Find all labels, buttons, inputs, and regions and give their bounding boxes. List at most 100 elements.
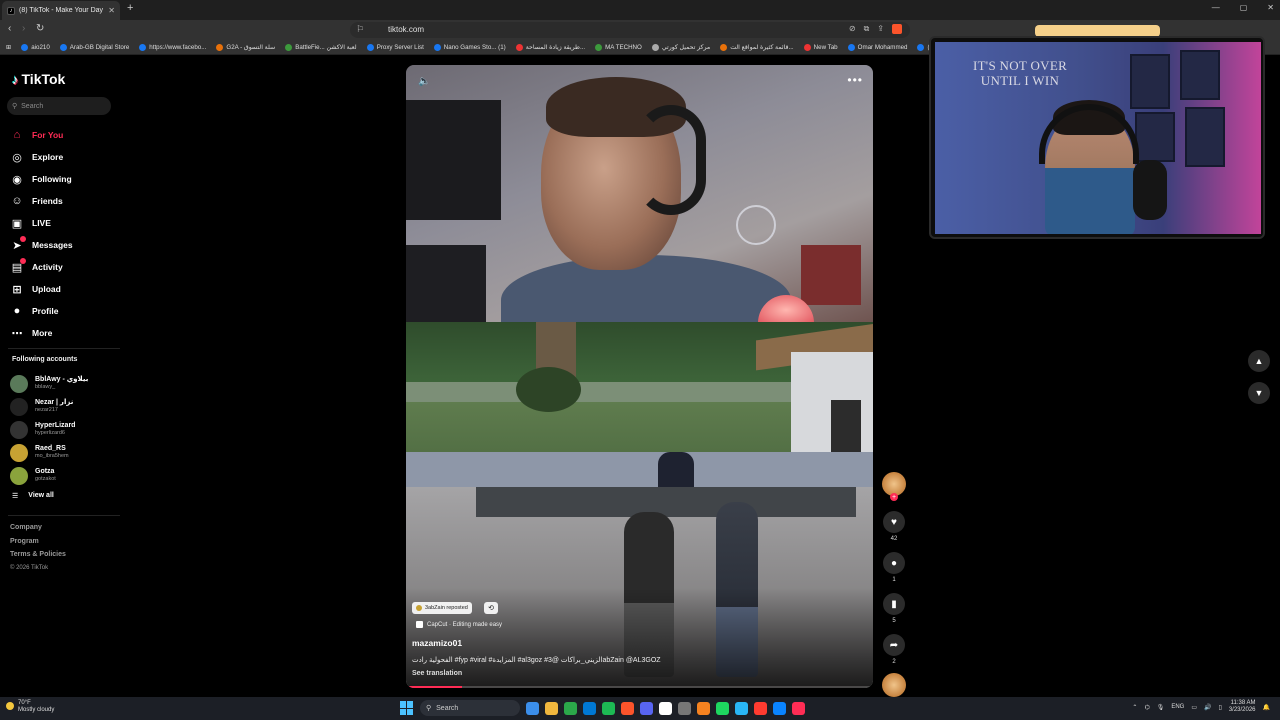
sidebar-item-more[interactable]: ⋯ More <box>10 322 73 344</box>
maximize-button[interactable]: ▢ <box>1240 3 1248 12</box>
sidebar-item-following[interactable]: ◉ Following <box>10 168 73 190</box>
video-author[interactable]: mazamizo01 <box>412 638 462 648</box>
address-bar[interactable]: ⚐ tiktok.com ⊘ ⧉ ⇪ <box>350 22 910 38</box>
sidebar-footer: Company Program Terms & Policies © 2026 … <box>10 524 66 578</box>
footer-link-program[interactable]: Program <box>10 538 66 552</box>
taskbar-app-icon[interactable] <box>735 701 748 715</box>
reader-mode-icon[interactable]: ⊘ <box>849 24 856 34</box>
follow-plus-icon[interactable]: + <box>890 493 898 501</box>
sidebar-item-friends[interactable]: ☺ Friends <box>10 190 73 212</box>
volume-icon[interactable]: 🔈 <box>418 76 430 87</box>
account-text: Raed_RS mo_ibra5hem <box>35 445 69 460</box>
sidebar-item-messages[interactable]: ➤ Messages <box>10 234 73 256</box>
bookmark-item[interactable]: BattleFie... لعبة الاكشن <box>285 43 357 51</box>
taskbar-app-icon[interactable] <box>754 701 767 715</box>
bookmark-icon <box>720 43 728 51</box>
network-icon[interactable]: ⌬ <box>1144 704 1149 711</box>
video-player[interactable]: 🔈 ••• 3abZain reposted ⟲ CapCut · Editin… <box>406 65 873 688</box>
following-account[interactable]: BblAwy - بيلاوي bblawy_ <box>10 372 88 395</box>
taskbar-app-icon[interactable] <box>678 701 691 715</box>
see-translation-link[interactable]: See translation <box>412 670 462 677</box>
close-window-button[interactable]: ✕ <box>1267 3 1274 12</box>
taskbar-app-icon[interactable] <box>773 701 786 715</box>
taskbar-app-icon[interactable] <box>602 701 615 715</box>
bookmark-item[interactable]: Proxy Server List <box>366 43 424 51</box>
bookmark-item[interactable]: G2A - سلة التسوق <box>216 43 275 51</box>
forward-icon[interactable]: › <box>22 23 25 34</box>
more-options-icon[interactable]: ••• <box>847 73 863 87</box>
sidebar-item-profile[interactable]: ● Profile <box>10 300 73 322</box>
following-account[interactable]: HyperLizard hyperlizard6 <box>10 418 88 441</box>
taskbar-app-icon[interactable] <box>526 701 539 715</box>
bookmark-item[interactable]: https://www.facebo... <box>139 43 206 51</box>
sidebar-item-explore[interactable]: ◎ Explore <box>10 146 73 168</box>
bookmark-item[interactable]: aio210 <box>21 43 50 51</box>
following-account[interactable]: Nezar | نزار nezar217 <box>10 395 88 418</box>
taskbar-app-icon[interactable] <box>659 701 672 715</box>
reload-icon[interactable]: ↻ <box>36 23 44 34</box>
taskbar-app-icon[interactable] <box>545 701 558 715</box>
back-icon[interactable]: ‹ <box>8 23 11 34</box>
repost-badge[interactable]: 3abZain reposted <box>412 602 472 614</box>
capcut-effect-link[interactable]: CapCut · Editing made easy <box>416 621 502 628</box>
taskbar-app-icon[interactable] <box>583 701 596 715</box>
taskbar-app-icon[interactable] <box>697 701 710 715</box>
taskbar-search[interactable]: ⚲ Search <box>420 700 520 716</box>
notification-icon[interactable]: 🔔 <box>1263 704 1270 711</box>
creator-avatar[interactable]: + <box>882 472 906 501</box>
start-button[interactable] <box>400 701 414 715</box>
tray-overflow-icon[interactable]: ⌃ <box>1132 704 1137 711</box>
bookmark-item[interactable]: مركز تحميل كورتي <box>651 43 710 51</box>
view-all-button[interactable]: ☰ View all <box>12 492 54 500</box>
sidebar-item-activity[interactable]: ▤ Activity <box>10 256 73 278</box>
search-input[interactable]: ⚲ Search <box>7 97 111 115</box>
like-button[interactable]: ♥ <box>883 511 905 533</box>
share-button[interactable]: ➦ <box>883 634 905 656</box>
apps-grid-icon[interactable]: ⊞ <box>6 44 11 51</box>
bookmark-item[interactable]: Omar Mohammed <box>847 43 907 51</box>
bookmark-page-icon[interactable]: ⚐ <box>356 24 364 35</box>
taskbar-app-icon[interactable] <box>621 701 634 715</box>
taskbar-clock[interactable]: 11:38 AM 3/23/2026 <box>1229 700 1256 714</box>
language-indicator[interactable]: ENG <box>1171 704 1184 710</box>
close-tab-icon[interactable]: ✕ <box>108 6 115 15</box>
open-in-app-icon[interactable]: ⧉ <box>864 24 870 34</box>
monitor-icon[interactable]: ▭ <box>1191 704 1197 711</box>
save-button[interactable]: ▮ <box>883 593 905 615</box>
sidebar-item-for-you[interactable]: ⌂ For You <box>10 124 73 146</box>
sidebar-item-upload[interactable]: ⊞ Upload <box>10 278 73 300</box>
footer-link-terms[interactable]: Terms & Policies <box>10 551 66 565</box>
brave-shields-icon[interactable] <box>892 24 902 34</box>
taskbar-app-icon[interactable] <box>716 701 729 715</box>
weather-widget[interactable]: 70°F Mostly cloudy <box>6 700 54 714</box>
tiktok-logo[interactable]: ♪ TikTok <box>12 71 65 87</box>
account-text: HyperLizard hyperlizard6 <box>35 422 75 437</box>
footer-link-company[interactable]: Company <box>10 524 66 538</box>
battery-icon[interactable]: ▯ <box>1219 704 1222 711</box>
minimize-button[interactable]: — <box>1212 3 1220 12</box>
following-account[interactable]: Gotza gotzakot <box>10 464 88 487</box>
new-tab-button[interactable]: + <box>127 2 133 14</box>
music-disc[interactable] <box>882 673 906 697</box>
sidebar-item-live[interactable]: ▣ LIVE <box>10 212 73 234</box>
share-page-icon[interactable]: ⇪ <box>877 24 884 34</box>
previous-video-button[interactable]: ▲ <box>1248 350 1270 372</box>
bookmark-item[interactable]: New Tab <box>803 43 838 51</box>
taskbar-app-icon[interactable] <box>564 701 577 715</box>
globe-icon <box>595 43 603 51</box>
bookmark-item[interactable]: Nano Games Sto... (1) <box>433 43 506 51</box>
following-account[interactable]: Raed_RS mo_ibra5hem <box>10 441 88 464</box>
bookmark-item[interactable]: Arab-GB Digital Store <box>59 43 129 51</box>
video-progress-bar[interactable] <box>406 686 873 688</box>
next-video-button[interactable]: ▼ <box>1248 382 1270 404</box>
speaker-icon[interactable]: 🔊 <box>1204 704 1211 711</box>
microphone-icon[interactable]: 🎙 <box>1157 704 1165 711</box>
comment-button[interactable]: ● <box>883 552 905 574</box>
bookmark-item[interactable]: MA TECHNO <box>595 43 642 51</box>
bookmark-item[interactable]: طريقة زيادة المساحة... <box>515 43 585 51</box>
repost-icon[interactable]: ⟲ <box>484 602 498 614</box>
taskbar-app-icon[interactable] <box>640 701 653 715</box>
bookmark-item[interactable]: قائمة كثيرة لمواقع الت... <box>720 43 794 51</box>
taskbar-app-icon[interactable] <box>792 701 805 715</box>
browser-tab[interactable]: ♪ (8) TikTok - Make Your Day ✕ <box>2 1 120 20</box>
